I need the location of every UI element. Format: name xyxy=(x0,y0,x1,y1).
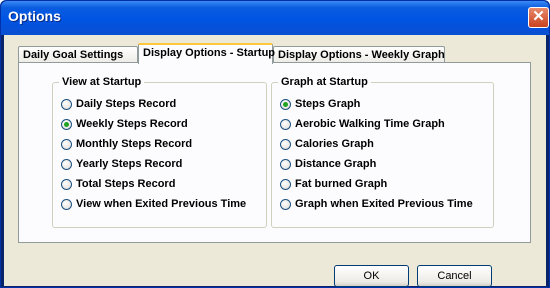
radio-circle xyxy=(61,199,72,210)
tab-daily-goal-settings[interactable]: Daily Goal Settings xyxy=(18,46,138,63)
radio-selected-dot xyxy=(283,102,288,107)
radio-circle xyxy=(61,179,72,190)
radio-circle xyxy=(280,139,291,150)
radio-circle xyxy=(280,119,291,130)
graph-at-startup-label: Graph at Startup xyxy=(278,76,371,88)
tab-display-options-startup[interactable]: Display Options - Startup xyxy=(138,43,275,64)
close-button[interactable]: ✕ xyxy=(528,7,549,28)
radio-circle xyxy=(61,139,72,150)
graph-at-startup-group: Graph at Startup Steps Graph Aerobic Wal… xyxy=(271,76,494,228)
radio-circle xyxy=(280,99,291,110)
radio-circle xyxy=(61,99,72,110)
view-at-startup-label: View at Startup xyxy=(59,76,145,88)
view-at-startup-group: View at Startup Daily Steps Record Weekl… xyxy=(52,76,267,228)
radio-circle xyxy=(280,199,291,210)
radio-circle xyxy=(61,119,72,130)
radio-circle xyxy=(280,179,291,190)
title-bar[interactable]: Options ✕ xyxy=(1,1,549,35)
radio-selected-dot xyxy=(64,122,69,127)
radio-circle xyxy=(280,159,291,170)
tab-panel-startup: View at Startup Daily Steps Record Weekl… xyxy=(18,62,531,243)
cancel-button[interactable]: Cancel xyxy=(417,265,492,287)
tab-display-options-weekly-graph[interactable]: Display Options - Weekly Graph xyxy=(273,46,445,63)
ok-button[interactable]: OK xyxy=(334,265,409,287)
dialog-body: Daily Goal Settings Display Options - St… xyxy=(4,35,546,287)
window-title: Options xyxy=(8,8,61,24)
radio-circle xyxy=(61,159,72,170)
options-dialog: Options ✕ Daily Goal Settings Display Op… xyxy=(0,0,550,288)
